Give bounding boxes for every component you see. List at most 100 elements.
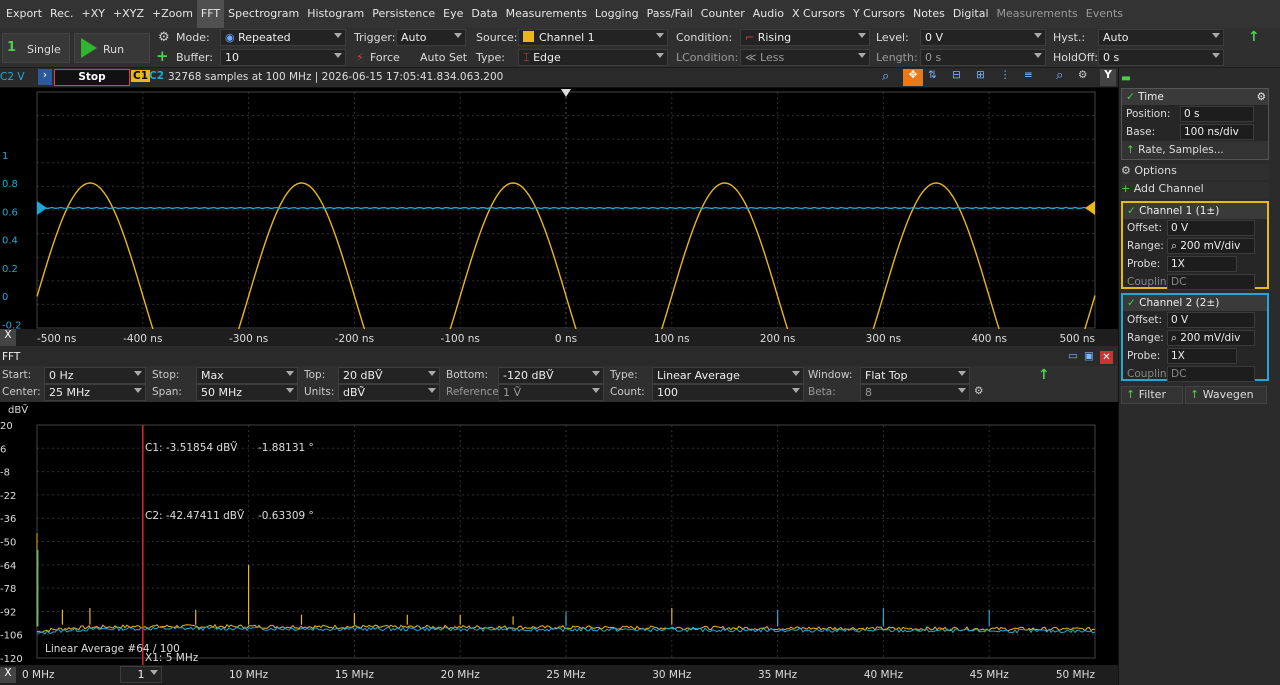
ch2-range-field[interactable]: ⌕ 200 mV/div <box>1167 330 1255 346</box>
autoset-button[interactable]: Auto Set <box>420 51 467 64</box>
level-field[interactable]: 0 V <box>920 29 1046 46</box>
holdoff-field[interactable]: 0 s <box>1098 49 1224 66</box>
options-row[interactable]: ⚙ Options <box>1121 164 1269 180</box>
scale-icon[interactable]: ⇅ <box>928 69 937 81</box>
menu-item-pass-fail[interactable]: Pass/Fail <box>643 0 697 28</box>
menu-item-logging[interactable]: Logging <box>591 0 643 28</box>
ch1-coupling-field[interactable]: DC <box>1167 274 1255 290</box>
grid-icon[interactable]: ⊞ <box>976 69 985 81</box>
ch2-offset-field[interactable]: 0 V <box>1167 312 1255 328</box>
menu-item--xy[interactable]: +XY <box>77 0 108 28</box>
maximize-icon[interactable]: ▣ <box>1084 350 1094 362</box>
ch1-range-field[interactable]: ⌕ 200 mV/div <box>1167 238 1255 254</box>
rate-samples-button[interactable]: Rate, Samples... <box>1138 144 1224 156</box>
menu-item-x-cursors[interactable]: X Cursors <box>788 0 849 28</box>
type-select[interactable]: ⌶ Edge <box>518 49 668 66</box>
ch1-probe-field[interactable]: 1X <box>1167 256 1237 272</box>
menu-item-rec-[interactable]: Rec. <box>46 0 77 28</box>
run-button[interactable]: Run <box>74 33 150 63</box>
menu-item-data[interactable]: Data <box>467 0 501 28</box>
ch1-offset-field[interactable]: 0 V <box>1167 220 1255 236</box>
ch2-probe-field[interactable]: 1X <box>1167 348 1237 364</box>
page-select[interactable]: 1 <box>120 666 162 683</box>
window-select[interactable]: Flat Top <box>860 367 970 384</box>
count-field[interactable]: 100 <box>652 384 804 401</box>
settings-icon[interactable]: ⚙ <box>1078 69 1087 81</box>
fft-settings-icon[interactable]: ⚙ <box>974 385 983 397</box>
menu-item--xyz[interactable]: +XYZ <box>109 0 148 28</box>
source-select[interactable]: Channel 1 <box>518 29 668 46</box>
menu-item-y-cursors[interactable]: Y Cursors <box>849 0 909 28</box>
menu-item-histogram[interactable]: Histogram <box>303 0 368 28</box>
gear-icon[interactable]: ⚙ <box>158 30 170 45</box>
menu-item-eye[interactable]: Eye <box>439 0 467 28</box>
beta-field[interactable]: 8 <box>860 384 970 401</box>
add-channel-row[interactable]: + Add Channel <box>1121 182 1269 198</box>
position-field[interactable]: 0 s <box>1180 106 1254 122</box>
play-icon <box>81 38 97 58</box>
reference-field[interactable]: 1 Ṽ <box>498 384 604 401</box>
align-icon[interactable]: ≡ <box>1024 69 1033 81</box>
menu-item--zoom[interactable]: +Zoom <box>148 0 197 28</box>
menu-item-measurements[interactable]: Measurements <box>993 0 1082 28</box>
wavegen-button[interactable]: ↑ Wavegen <box>1185 386 1267 404</box>
menu-item-events[interactable]: Events <box>1082 0 1127 28</box>
fft-type-select[interactable]: Linear Average <box>652 367 804 384</box>
fft-x-button[interactable]: X <box>0 667 16 683</box>
menu-item-persistence[interactable]: Persistence <box>368 0 439 28</box>
units-select[interactable]: dBṼ <box>338 384 440 401</box>
fft-plot[interactable]: dBṼ 20 6 -8 -22 -36 -50 -64 -78 -92 -106 -120 C1: -… <box>0 402 1118 668</box>
lcondition-select[interactable]: ≪ Less <box>740 49 870 66</box>
close-icon[interactable]: ✕ <box>1100 351 1113 364</box>
trigger-select[interactable]: Auto <box>396 29 466 46</box>
length-field[interactable]: 0 s <box>920 49 1046 66</box>
markers-icon[interactable]: ⋮ <box>1000 69 1011 81</box>
scope-plot[interactable]: 10.80.60.40.20-0.2-0.4-0.6-0.8 <box>0 88 1118 416</box>
menu-item-digital[interactable]: Digital <box>949 0 993 28</box>
filter-button[interactable]: ↑ Filter <box>1121 386 1183 404</box>
top-field[interactable]: 20 dBṼ <box>338 367 440 384</box>
side-add-icon[interactable]: ▬ <box>1121 72 1131 84</box>
search-icon[interactable]: ⌕ <box>1056 68 1063 83</box>
condition-select[interactable]: ⌐ Rising <box>740 29 870 46</box>
base-field[interactable]: 100 ns/div <box>1180 124 1254 140</box>
add-icon[interactable]: + <box>156 47 169 65</box>
menu-item-audio[interactable]: Audio <box>749 0 788 28</box>
menu-item-counter[interactable]: Counter <box>697 0 749 28</box>
mode-select[interactable]: ◉ Repeated <box>220 29 346 46</box>
collapse-arrow-icon[interactable]: ↑ <box>1248 29 1260 45</box>
fft-collapse-icon[interactable]: ↑ <box>1038 367 1050 383</box>
force-icon: ⚡ <box>356 51 364 64</box>
fft-y-tick: -64 <box>0 561 16 572</box>
expand-icon[interactable]: › <box>38 69 52 85</box>
menu-item-measurements[interactable]: Measurements <box>502 0 591 28</box>
fft-chart[interactable]: dBṼ 20 6 -8 -22 -36 -50 -64 -78 -92 -106 -120 C1: -… <box>0 402 1118 665</box>
ch2-coupling-field[interactable]: DC <box>1167 366 1255 382</box>
span-field[interactable]: 50 MHz <box>196 384 298 401</box>
menu-item-export[interactable]: Export <box>2 0 46 28</box>
menu-item-spectrogram[interactable]: Spectrogram <box>224 0 303 28</box>
fit-icon[interactable]: ⊟ <box>952 69 961 81</box>
scope-x-tick: 200 ns <box>760 333 796 345</box>
time-settings-icon[interactable]: ⚙ <box>1257 89 1266 105</box>
scope-chart[interactable]: 10.80.60.40.20-0.2-0.4-0.6-0.8 <box>0 88 1118 416</box>
cursor-tool-icon[interactable]: ✥ <box>903 69 923 86</box>
menu-item-notes[interactable]: Notes <box>909 0 949 28</box>
zoom-icon[interactable]: ⌕ <box>882 69 889 84</box>
ch2-range-label: Range: <box>1127 332 1164 344</box>
length-label: Length: <box>876 51 918 64</box>
start-field[interactable]: 0 Hz <box>44 367 146 384</box>
y-button[interactable]: Y <box>1100 69 1116 86</box>
x-close-button[interactable]: X <box>0 329 16 346</box>
bottom-field[interactable]: -120 dBṼ <box>498 367 604 384</box>
center-field[interactable]: 25 MHz <box>44 384 146 401</box>
menu-item-fft[interactable]: FFT <box>196 0 225 28</box>
restore-icon[interactable]: ▭ <box>1068 350 1078 362</box>
single-button[interactable]: 1 Single <box>2 33 70 63</box>
c1-badge[interactable]: C1 <box>131 70 151 82</box>
force-button[interactable]: Force <box>370 51 400 64</box>
stop-field[interactable]: Max <box>196 367 298 384</box>
buffer-select[interactable]: 10 <box>220 49 346 66</box>
c2-badge[interactable]: C2 <box>149 70 164 82</box>
hyst-field[interactable]: Auto <box>1098 29 1224 46</box>
